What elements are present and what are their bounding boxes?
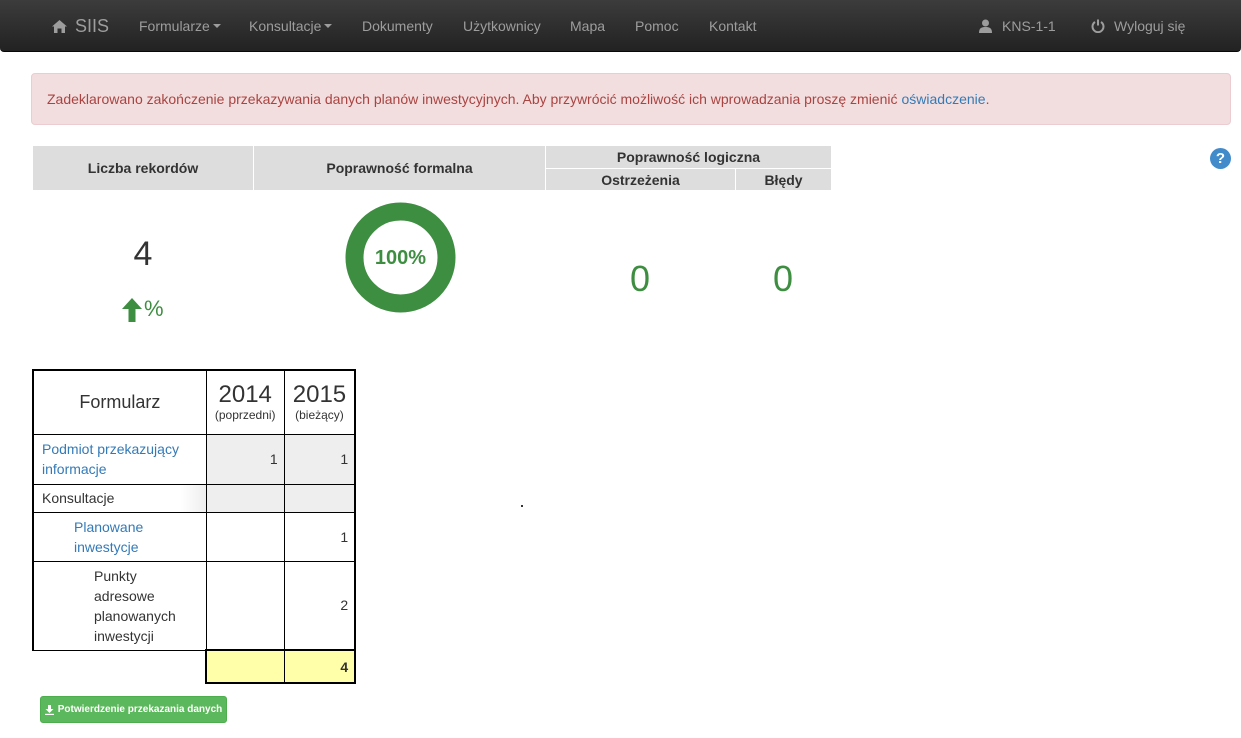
nav-konsultacje-label: Konsultacje bbox=[249, 18, 322, 34]
nav-konsultacje[interactable]: Konsultacje bbox=[249, 0, 333, 52]
nav-user-label: KNS-1-1 bbox=[1002, 18, 1056, 34]
warnings-header: Ostrzeżenia bbox=[546, 169, 735, 190]
table-row: Planowane inwestycje 1 bbox=[31, 511, 357, 562]
errors-header: Błędy bbox=[736, 169, 831, 190]
stray-dot bbox=[521, 505, 523, 507]
form-summary-table: Formularz 2014 (poprzedni) 2015 (bieżący… bbox=[31, 369, 357, 684]
year-prev-label: (poprzedni) bbox=[214, 408, 276, 423]
brand-label: SIIS bbox=[75, 15, 110, 36]
row-name[interactable]: Podmiot przekazujący informacje bbox=[42, 441, 179, 477]
row-curr-value bbox=[283, 483, 357, 513]
nav-dokumenty[interactable]: Dokumenty bbox=[362, 0, 433, 52]
form-column-header: Formularz bbox=[31, 369, 207, 435]
row-curr-value: 1 bbox=[283, 433, 357, 485]
year-prev: 2014 bbox=[218, 381, 272, 409]
formal-correctness-header: Poprawność formalna bbox=[254, 146, 545, 190]
confirm-transfer-label: Potwierdzenie przekazania danych bbox=[57, 704, 223, 715]
row-name-link[interactable]: Planowane inwestycje bbox=[31, 511, 207, 562]
declaration-alert: Zadeklarowano zakończenie przekazywania … bbox=[31, 73, 1231, 125]
formal-correctness-donut: 100% bbox=[345, 202, 456, 313]
nav-uzytkownicy[interactable]: Użytkownicy bbox=[463, 0, 541, 52]
download-icon bbox=[44, 704, 54, 715]
total-prev-value bbox=[205, 649, 285, 684]
nav-formularze-label: Formularze bbox=[139, 18, 210, 34]
logout-link[interactable]: Wyloguj się bbox=[1091, 0, 1185, 52]
errors-count: 0 bbox=[772, 258, 794, 299]
row-name: Konsultacje bbox=[31, 483, 207, 513]
arrow-up-icon bbox=[122, 298, 142, 322]
year-curr-header: 2015 (bieżący) bbox=[283, 369, 357, 435]
row-name-link[interactable]: Podmiot przekazujący informacje bbox=[31, 433, 207, 485]
power-icon bbox=[1091, 19, 1105, 33]
total-spacer bbox=[33, 649, 207, 683]
logical-correctness-header: Poprawność logiczna bbox=[546, 146, 831, 168]
caret-down-icon bbox=[212, 24, 221, 28]
alert-end: . bbox=[985, 91, 990, 107]
nav-user[interactable]: KNS-1-1 bbox=[979, 0, 1056, 52]
records-trend: % bbox=[122, 296, 164, 322]
row-prev-value: 1 bbox=[205, 433, 285, 485]
nav-formularze[interactable]: Formularze bbox=[139, 0, 221, 52]
trend-percent-symbol: % bbox=[144, 296, 164, 321]
warnings-count: 0 bbox=[629, 258, 651, 299]
row-name: Punkty adresowe planowanych inwestycji bbox=[31, 560, 207, 651]
row-curr-value: 2 bbox=[283, 560, 357, 651]
records-count: 4 bbox=[133, 235, 153, 273]
total-curr-value: 4 bbox=[283, 649, 357, 684]
table-row: Konsultacje bbox=[31, 483, 357, 513]
year-curr: 2015 bbox=[292, 381, 347, 409]
brand-link[interactable]: SIIS bbox=[52, 0, 109, 52]
user-icon bbox=[979, 19, 992, 33]
help-icon[interactable]: ? bbox=[1210, 148, 1231, 169]
year-prev-header: 2014 (poprzedni) bbox=[205, 369, 285, 435]
home-icon bbox=[52, 19, 67, 33]
logout-label: Wyloguj się bbox=[1114, 18, 1186, 34]
table-row: Punkty adresowe planowanych inwestycji 2 bbox=[31, 560, 357, 651]
row-prev-value bbox=[205, 511, 285, 562]
nav-mapa[interactable]: Mapa bbox=[570, 0, 605, 52]
records-header: Liczba rekordów bbox=[33, 146, 253, 190]
confirm-transfer-button[interactable]: Potwierdzenie przekazania danych bbox=[40, 696, 227, 723]
donut-label: 100% bbox=[375, 247, 426, 269]
table-header-row: Formularz 2014 (poprzedni) 2015 (bieżący… bbox=[31, 369, 357, 435]
alert-text: Zadeklarowano zakończenie przekazywania … bbox=[47, 91, 898, 107]
caret-down-icon bbox=[324, 24, 333, 28]
row-curr-value: 1 bbox=[283, 511, 357, 562]
top-navbar: SIIS Formularze Konsultacje Dokumenty Uż… bbox=[0, 0, 1241, 52]
nav-pomoc[interactable]: Pomoc bbox=[635, 0, 679, 52]
table-row: Podmiot przekazujący informacje 1 1 bbox=[31, 433, 357, 485]
row-prev-value bbox=[205, 483, 285, 513]
row-name[interactable]: Planowane inwestycje bbox=[74, 519, 143, 555]
nav-kontakt[interactable]: Kontakt bbox=[709, 0, 756, 52]
table-total-row: 4 bbox=[33, 649, 357, 684]
row-prev-value bbox=[205, 560, 285, 651]
declaration-link[interactable]: oświadczenie bbox=[902, 91, 986, 107]
year-curr-label: (bieżący) bbox=[295, 408, 344, 423]
